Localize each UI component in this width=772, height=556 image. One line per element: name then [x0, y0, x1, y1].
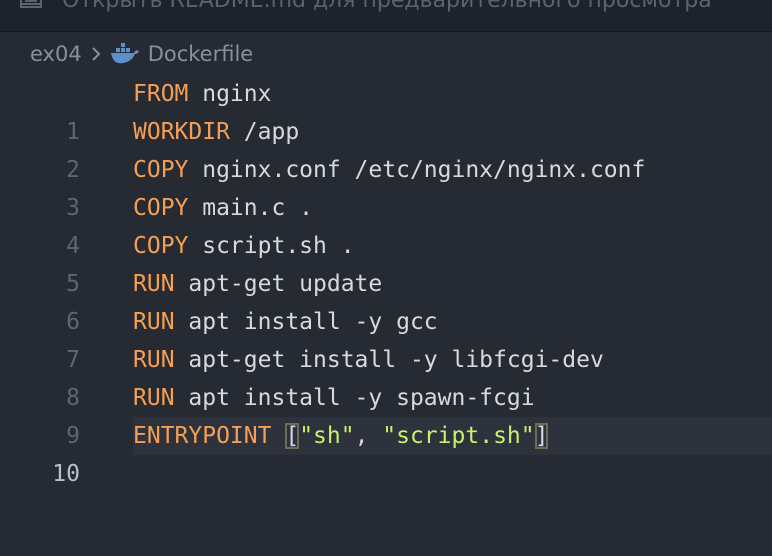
code-line-1[interactable]: 1 FROM nginx — [0, 75, 772, 145]
code-text: script.sh . — [188, 233, 355, 259]
keyword: RUN — [133, 271, 175, 297]
docker-icon — [110, 43, 139, 64]
string-literal: "script.sh" — [382, 423, 535, 449]
code-text: apt install -y spawn-fcgi — [174, 385, 535, 411]
breadcrumb-file[interactable]: Dockerfile — [148, 42, 254, 66]
breadcrumb-folder[interactable]: ex04 — [30, 42, 82, 66]
keyword: COPY — [133, 157, 189, 183]
code-line-10[interactable]: 10 ENTRYPOINT ["sh", "script.sh"] — [0, 417, 772, 487]
bracket-open: [ — [285, 423, 300, 449]
bracket-close: ] — [534, 423, 549, 449]
string-literal: "sh" — [299, 423, 355, 449]
code-text: apt-get install -y libfcgi-dev — [174, 347, 604, 373]
code-text: apt install -y gcc — [174, 309, 438, 335]
code-line-2[interactable]: 2 WORKDIR /app — [0, 113, 772, 183]
code-line-9[interactable]: 9 RUN apt install -y spawn-fcgi — [0, 379, 772, 449]
chevron-right-icon — [91, 47, 101, 61]
code-text: nginx — [188, 81, 272, 107]
keyword: WORKDIR — [133, 119, 230, 145]
keyword: RUN — [133, 309, 175, 335]
keyword: RUN — [133, 385, 175, 411]
preview-bar[interactable]: Открыть README.md для предварительного п… — [0, 0, 772, 32]
code-line-6[interactable]: 6 RUN apt-get update — [0, 265, 772, 335]
breadcrumb: ex04 Dockerfile — [30, 36, 253, 72]
keyword: COPY — [133, 195, 189, 221]
preview-readme-link[interactable]: Открыть README.md для предварительного п… — [62, 0, 712, 15]
code-line-4[interactable]: 4 COPY main.c . — [0, 189, 772, 259]
keyword: RUN — [133, 347, 175, 373]
code-text: nginx.conf /etc/nginx/nginx.conf — [188, 157, 646, 183]
keyword: COPY — [133, 233, 189, 259]
code-comma: , — [354, 423, 383, 449]
code-line-5[interactable]: 5 COPY script.sh . — [0, 227, 772, 297]
line-number: 10 — [52, 461, 80, 487]
preview-icon[interactable] — [20, 0, 42, 8]
keyword: FROM — [133, 81, 189, 107]
code-text: main.c . — [188, 195, 314, 221]
code-text: /app — [229, 119, 300, 145]
code-line-7[interactable]: 7 RUN apt install -y gcc — [0, 303, 772, 373]
keyword: ENTRYPOINT — [133, 423, 272, 449]
code-editor[interactable]: 1 FROM nginx 2 WORKDIR /app 3 COPY nginx… — [0, 75, 772, 487]
code-line-3[interactable]: 3 COPY nginx.conf /etc/nginx/nginx.conf — [0, 151, 772, 221]
code-line-8[interactable]: 8 RUN apt-get install -y libfcgi-dev — [0, 341, 772, 411]
code-text: apt-get update — [174, 271, 383, 297]
